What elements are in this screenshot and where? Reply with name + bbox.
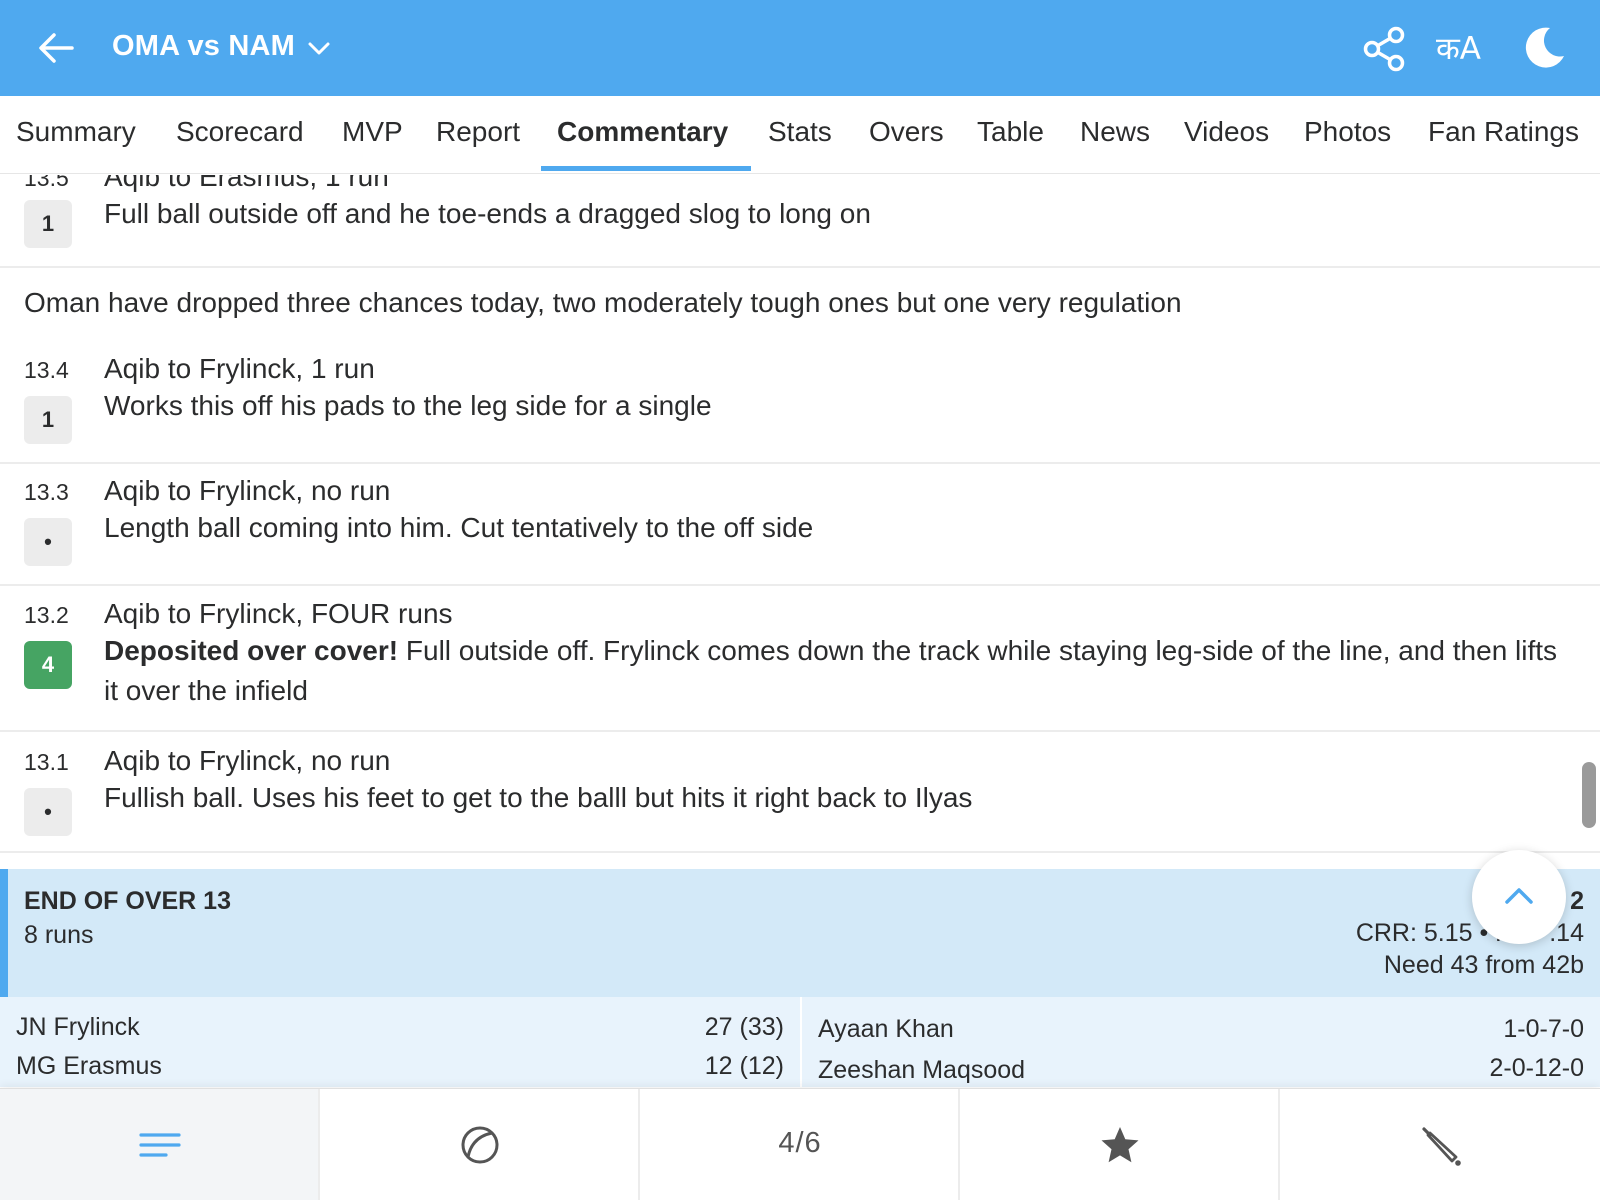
batter-name[interactable]: JN Frylinck [16, 1013, 140, 1042]
ball-highlight: Deposited over cover! [104, 635, 399, 666]
nav-counter[interactable]: 4/6 [640, 1089, 960, 1200]
back-arrow-icon[interactable] [34, 26, 78, 70]
page-counter: 4/6 [778, 1127, 822, 1159]
over-number: 13.2 [24, 602, 69, 628]
star-icon [1101, 1127, 1139, 1163]
ball-headline: Aqib to Frylinck, no run [104, 475, 391, 506]
language-icon: कA [1436, 31, 1482, 67]
ball-headline: Aqib to Erasmus, 1 run [104, 175, 389, 192]
dot-ball-badge: • [24, 788, 72, 836]
divider [0, 266, 1600, 268]
tab-news[interactable]: News [1080, 116, 1150, 148]
commentary-note: Oman have dropped three chances today, t… [24, 287, 1182, 318]
ball-description: Full ball outside off and he toe-ends a … [104, 198, 871, 229]
over-number: 13.3 [24, 479, 69, 505]
nav-live-button[interactable] [320, 1089, 640, 1200]
four-runs-badge: 4 [24, 641, 72, 689]
ball-description: Length ball coming into him. Cut tentati… [104, 512, 814, 543]
bowler-figures: 1-0-7-0 [1503, 1015, 1584, 1043]
menu-lines-icon [139, 1133, 181, 1157]
over-number: 13.1 [24, 749, 69, 775]
ball-headline: Aqib to Frylinck, 1 run [104, 353, 375, 384]
divider [0, 851, 1600, 853]
language-toggle-button[interactable]: कA [1436, 26, 1494, 72]
over-number: 13.4 [24, 357, 69, 383]
tab-videos[interactable]: Videos [1184, 116, 1269, 148]
feed-scrollbar[interactable] [1582, 762, 1596, 828]
scroll-to-top-button[interactable] [1472, 850, 1566, 944]
divider [0, 462, 1600, 464]
match-title[interactable]: OMA vs NAM [112, 30, 295, 63]
over-number: 13.5 [24, 175, 69, 191]
batter-name[interactable]: MG Erasmus [16, 1052, 162, 1081]
team-score-suffix: 2 [1570, 887, 1584, 915]
ball-description: Deposited over cover! Full outside off. … [104, 631, 1564, 711]
tab-overs[interactable]: Overs [869, 116, 944, 148]
chevron-up-icon [1505, 888, 1533, 904]
divider [0, 730, 1600, 732]
divider [0, 584, 1600, 586]
nav-scorecard-button[interactable] [1280, 1089, 1600, 1200]
end-of-over-title: END OF OVER 13 [24, 887, 231, 915]
chevron-down-icon[interactable] [306, 36, 332, 60]
dot-ball-badge: • [24, 518, 72, 566]
tab-scorecard[interactable]: Scorecard [176, 116, 304, 148]
bottom-navigation: 4/6 [0, 1088, 1600, 1200]
runs-badge: 1 [24, 396, 72, 444]
ball-description: Works this off his pads to the leg side … [104, 390, 712, 421]
batters-bowlers-panel: JN Frylinck 27 (33) MG Erasmus 12 (12) A… [0, 997, 1600, 1087]
tab-summary[interactable]: Summary [16, 116, 136, 148]
bowler-figures: 2-0-12-0 [1489, 1054, 1585, 1082]
active-tab-indicator [541, 166, 751, 171]
bowler-name[interactable]: Ayaan Khan [818, 1015, 954, 1044]
nav-commentary-button[interactable] [0, 1089, 320, 1200]
batter-score: 27 (33) [704, 1013, 784, 1041]
ball-headline: Aqib to Frylinck, FOUR runs [104, 598, 453, 629]
section-tabs: Summary Scorecard MVP Report Commentary … [0, 96, 1600, 174]
bowler-name[interactable]: Zeeshan Maqsood [818, 1056, 1025, 1085]
dark-mode-moon-icon[interactable] [1520, 24, 1568, 72]
tab-commentary[interactable]: Commentary [557, 116, 728, 148]
runs-needed: Need 43 from 42b [1383, 951, 1584, 979]
share-icon[interactable] [1362, 26, 1406, 72]
tab-fan-ratings[interactable]: Fan Ratings [1428, 116, 1579, 148]
nav-favourites-button[interactable] [960, 1089, 1280, 1200]
ball-headline: Aqib to Frylinck, no run [104, 745, 391, 776]
tab-photos[interactable]: Photos [1304, 116, 1391, 148]
tab-mvp[interactable]: MVP [342, 116, 403, 148]
over-runs: 8 runs [24, 921, 94, 949]
cricket-ball-icon [461, 1126, 499, 1164]
runs-badge: 1 [24, 200, 72, 248]
batter-score: 12 (12) [704, 1052, 784, 1080]
end-of-over-summary: END OF OVER 13 8 runs N2 CRR: 5.15 • R.1… [0, 869, 1600, 997]
top-app-bar: OMA vs NAM कA [0, 0, 1600, 96]
tab-report[interactable]: Report [436, 116, 520, 148]
tab-stats[interactable]: Stats [768, 116, 832, 148]
cricket-bat-icon [1422, 1127, 1461, 1166]
ball-description: Fullish ball. Uses his feet to get to th… [104, 782, 973, 813]
column-divider [800, 997, 802, 1087]
tab-table[interactable]: Table [977, 116, 1044, 148]
